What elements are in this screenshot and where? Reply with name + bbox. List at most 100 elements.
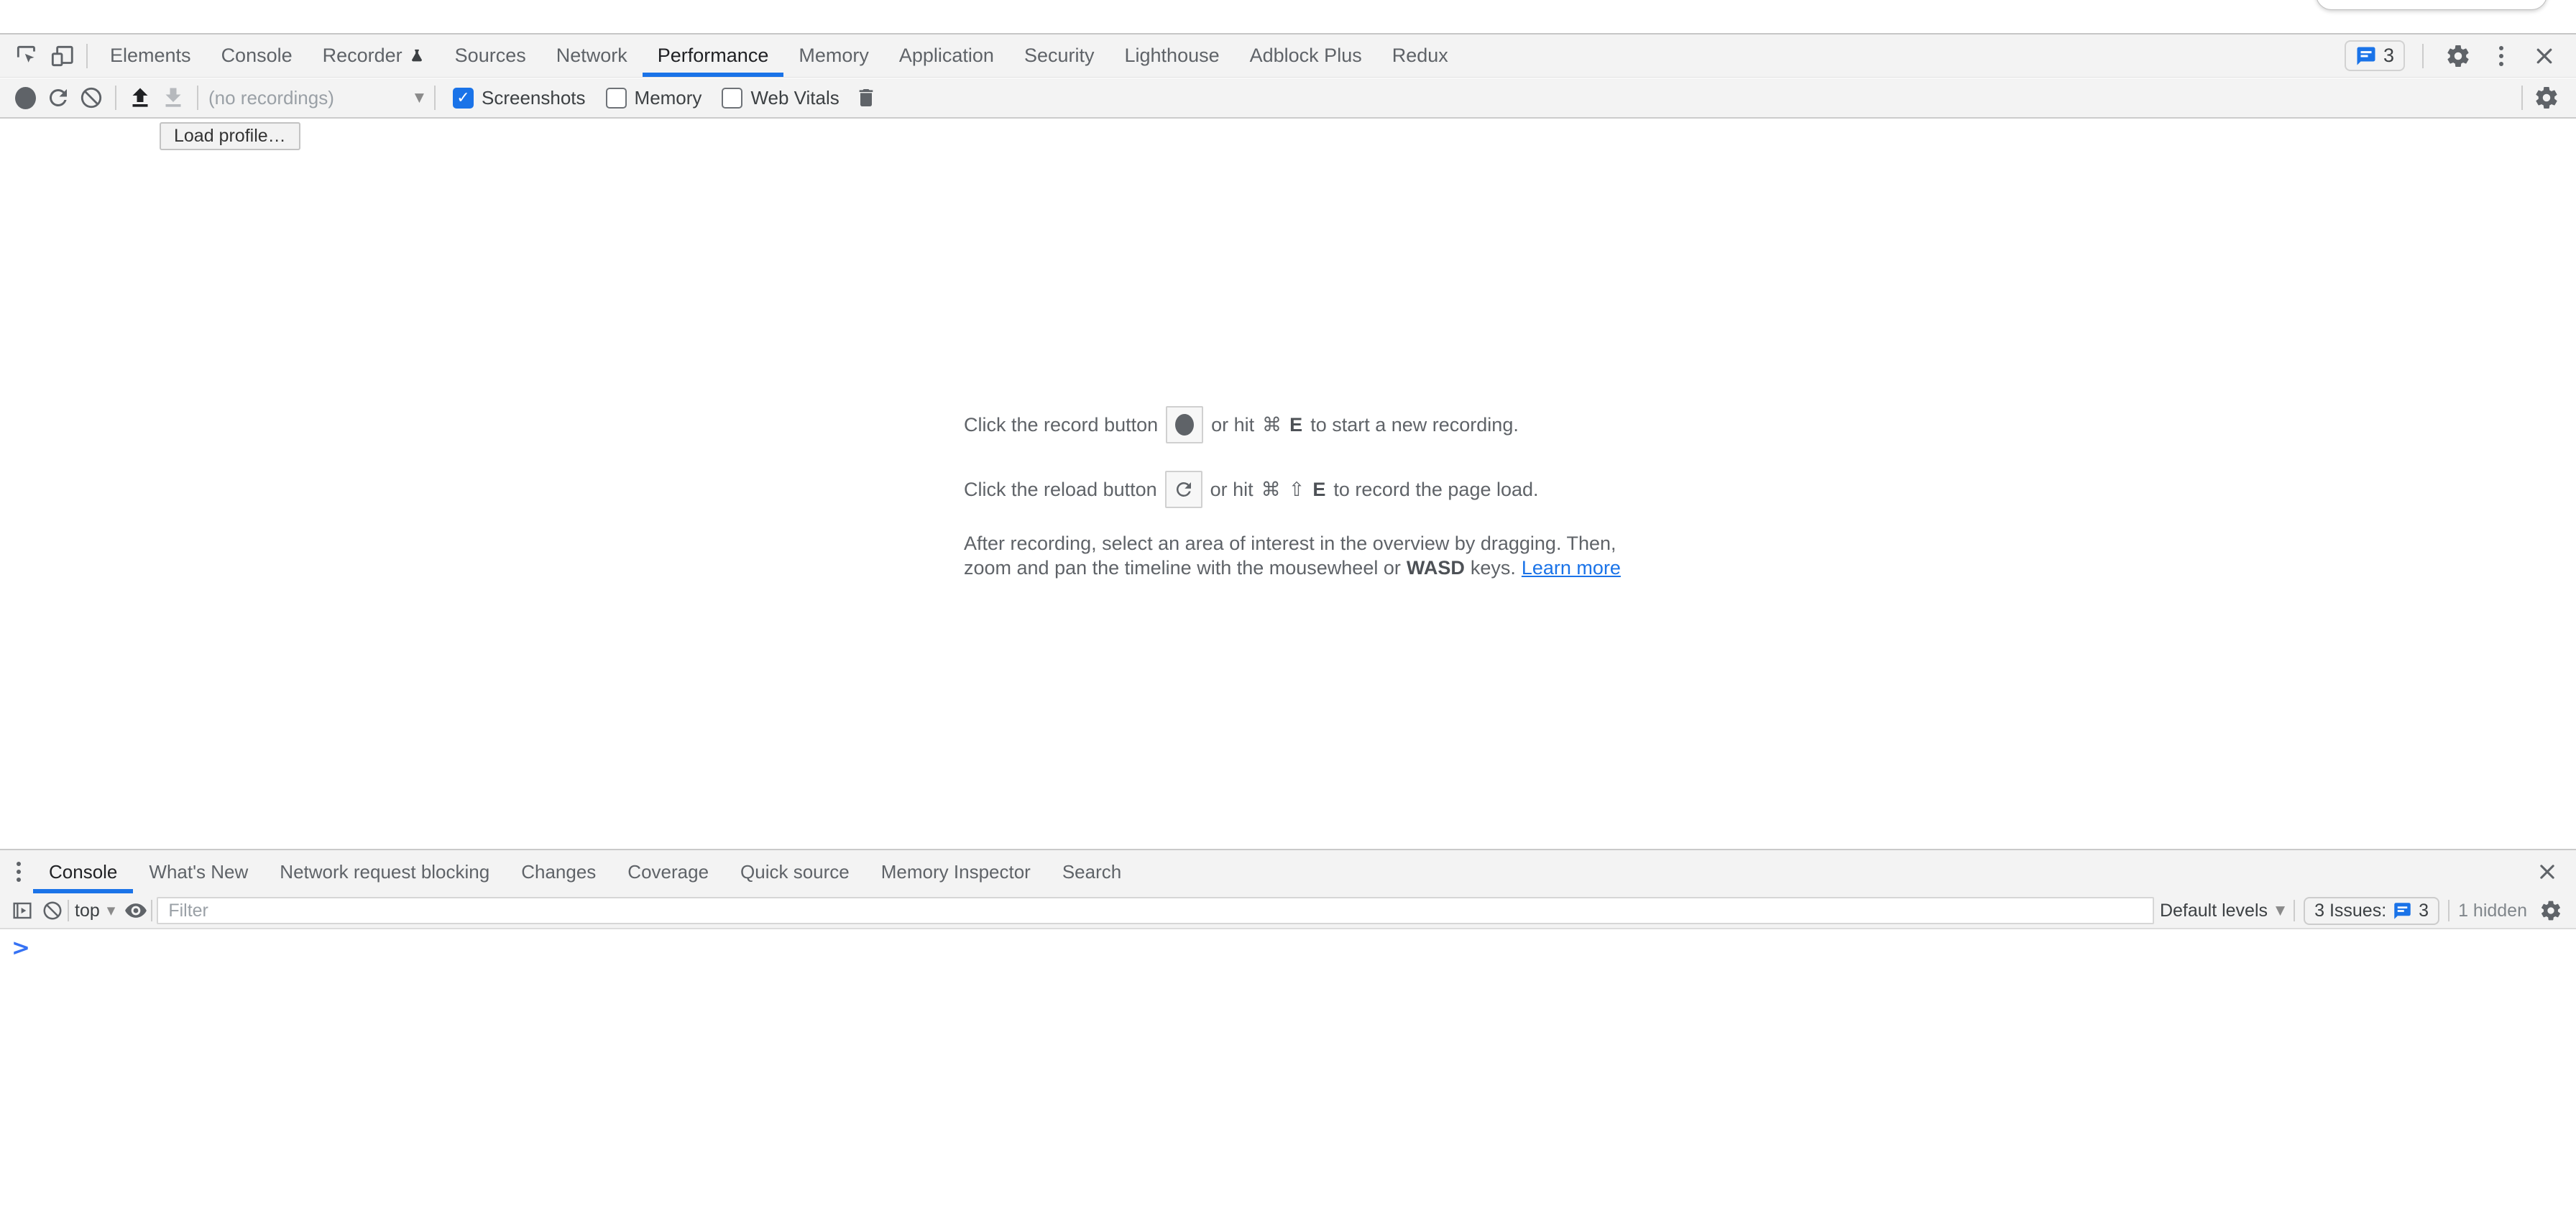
tab-sources[interactable]: Sources <box>440 34 541 77</box>
reload-icon <box>45 85 71 111</box>
screenshots-checkbox[interactable]: ✓ Screenshots <box>453 87 586 109</box>
divider <box>2521 86 2523 110</box>
devtools-tabbar: Elements Console Recorder Sources Networ… <box>0 33 2576 78</box>
capture-settings-button[interactable] <box>2530 81 2563 114</box>
tab-performance[interactable]: Performance <box>643 34 784 77</box>
issues-button[interactable]: 3 <box>2345 40 2405 71</box>
save-profile-button[interactable] <box>157 81 190 114</box>
drawer-right <box>2530 850 2572 893</box>
tab-network[interactable]: Network <box>541 34 643 77</box>
performance-panel-body: Click the record button or hit ⌘ E to st… <box>0 120 2576 849</box>
tab-recorder[interactable]: Recorder <box>308 34 440 77</box>
block-icon <box>42 900 63 921</box>
drawer-tab-console[interactable]: Console <box>33 850 133 893</box>
gear-icon <box>2534 85 2559 111</box>
divider <box>86 44 88 68</box>
issues-count: 3 <box>2383 45 2394 67</box>
create-live-expression-button[interactable] <box>121 896 151 926</box>
reload-button-illustration <box>1165 471 1202 508</box>
checkbox-unchecked-icon[interactable] <box>606 88 627 109</box>
memory-checkbox[interactable]: Memory <box>606 87 702 109</box>
web-vitals-checkbox[interactable]: Web Vitals <box>722 87 839 109</box>
tips-paragraph: After recording, select an area of inter… <box>964 531 1625 580</box>
divider <box>2422 44 2424 68</box>
delete-recording-button[interactable] <box>850 81 883 114</box>
record-icon <box>15 87 36 109</box>
drawer-tab-search[interactable]: Search <box>1046 850 1137 893</box>
tab-lighthouse[interactable]: Lighthouse <box>1110 34 1235 77</box>
console-messages-area[interactable]: > <box>0 931 2576 1206</box>
dropdown-arrow-icon: ▼ <box>2276 903 2285 918</box>
trash-icon <box>855 86 878 110</box>
javascript-context-selector[interactable]: top ▼ <box>75 901 115 921</box>
learn-more-link[interactable]: Learn more <box>1522 556 1621 580</box>
divider <box>115 86 116 110</box>
console-prompt-chevron[interactable]: > <box>12 935 30 961</box>
drawer-tab-quick-source[interactable]: Quick source <box>724 850 865 893</box>
close-icon <box>2534 45 2555 67</box>
console-sidebar-toggle-button[interactable] <box>7 896 37 926</box>
cutoff-browser-pill <box>2316 0 2547 10</box>
divider <box>2294 900 2295 921</box>
upload-arrow-icon <box>127 85 153 111</box>
load-profile-tooltip: Load profile… <box>160 122 300 150</box>
reload-and-record-button[interactable] <box>42 81 75 114</box>
dropdown-arrow-icon: ▼ <box>415 91 424 105</box>
devtools-window: Elements Console Recorder Sources Networ… <box>0 0 2576 1206</box>
issues-bubble-icon <box>2355 45 2377 67</box>
record-instruction-row: Click the record button or hit ⌘ E to st… <box>964 406 1625 443</box>
hidden-messages-label: 1 hidden <box>2458 901 2527 921</box>
close-devtools-button[interactable] <box>2527 39 2562 73</box>
tab-redux[interactable]: Redux <box>1377 34 1463 77</box>
checkbox-unchecked-icon[interactable] <box>722 88 742 109</box>
console-filter-input[interactable] <box>157 897 2154 924</box>
tab-security[interactable]: Security <box>1009 34 1110 77</box>
tabbar-right-controls: 3 <box>2345 39 2566 73</box>
toolbar-right <box>2514 81 2567 114</box>
reload-icon <box>1173 479 1195 500</box>
dropdown-arrow-icon: ▼ <box>107 904 116 917</box>
recordings-select[interactable]: (no recordings) ▼ <box>208 87 424 109</box>
drawer-tabbar: Console What's New Network request block… <box>0 849 2576 893</box>
clear-console-button[interactable] <box>37 896 68 926</box>
tab-elements[interactable]: Elements <box>95 34 206 77</box>
landing-instructions: Click the record button or hit ⌘ E to st… <box>964 406 1625 580</box>
load-profile-button[interactable] <box>124 81 157 114</box>
record-icon <box>1175 414 1194 436</box>
console-settings-button[interactable] <box>2536 896 2566 926</box>
device-toolbar-button[interactable] <box>45 39 79 73</box>
console-toolbar: top ▼ Default levels ▼ 3 Issues: <box>0 893 2576 929</box>
tab-adblock-plus[interactable]: Adblock Plus <box>1235 34 1377 77</box>
more-options-button[interactable] <box>2485 46 2517 66</box>
checkbox-checked-icon[interactable]: ✓ <box>453 88 474 109</box>
drawer-close-button[interactable] <box>2530 855 2564 889</box>
divider <box>2448 900 2450 921</box>
log-levels-dropdown[interactable]: Default levels ▼ <box>2160 901 2285 921</box>
settings-button[interactable] <box>2441 39 2475 73</box>
divider <box>197 86 198 110</box>
experiment-beaker-icon <box>409 47 425 65</box>
sidebar-panel-icon <box>11 899 34 922</box>
tab-memory[interactable]: Memory <box>783 34 884 77</box>
drawer-tab-changes[interactable]: Changes <box>505 850 612 893</box>
command-key-icon: ⌘ <box>1262 414 1282 436</box>
record-button[interactable] <box>9 81 42 114</box>
issues-bubble-icon <box>2393 901 2412 921</box>
clear-recording-button[interactable] <box>75 81 108 114</box>
reload-instruction-row: Click the reload button or hit ⌘ ⇧ E to … <box>964 471 1625 508</box>
gear-icon <box>2539 899 2562 922</box>
inspect-element-button[interactable] <box>10 39 45 73</box>
console-issues-button[interactable]: 3 Issues: 3 <box>2304 897 2439 925</box>
drawer-tab-network-request-blocking[interactable]: Network request blocking <box>264 850 505 893</box>
tab-application[interactable]: Application <box>884 34 1009 77</box>
drawer-more-tools-button[interactable] <box>4 862 33 882</box>
drawer-tab-coverage[interactable]: Coverage <box>612 850 724 893</box>
block-icon <box>79 86 104 110</box>
browser-top-strip <box>0 0 2576 33</box>
drawer-tab-whats-new[interactable]: What's New <box>133 850 264 893</box>
tab-console[interactable]: Console <box>206 34 308 77</box>
download-arrow-icon <box>160 85 186 111</box>
drawer-tab-memory-inspector[interactable]: Memory Inspector <box>865 850 1046 893</box>
device-toolbar-icon <box>48 42 75 70</box>
performance-toolbar: (no recordings) ▼ ✓ Screenshots Memory W… <box>0 78 2576 119</box>
